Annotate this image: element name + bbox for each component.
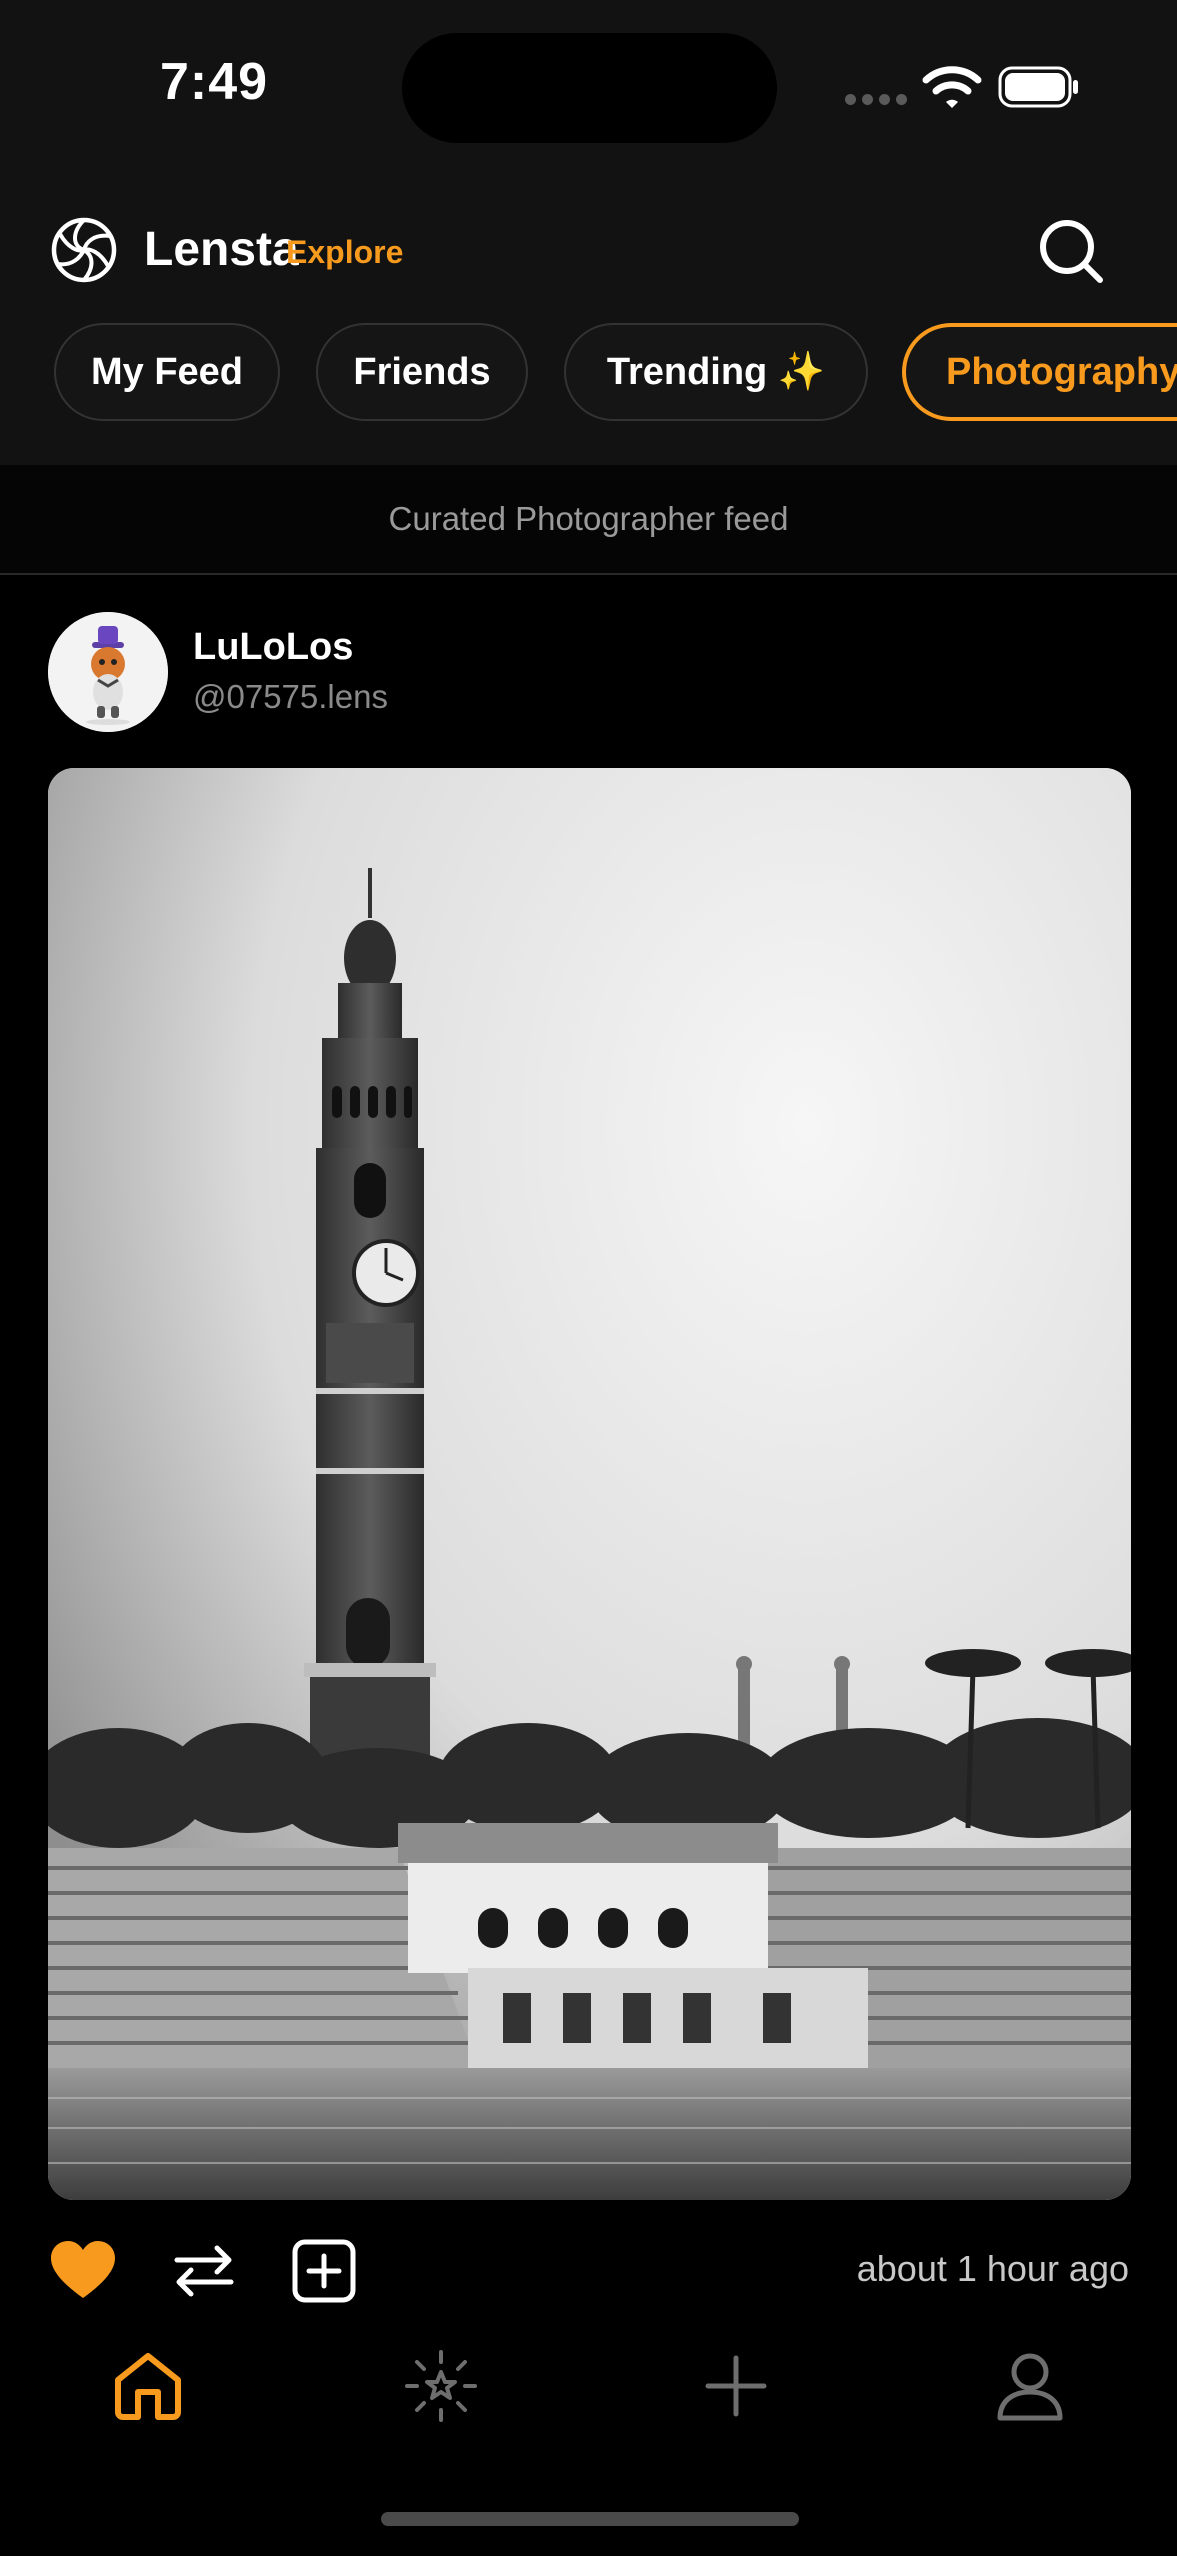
cellular-signal-icon	[845, 94, 907, 105]
wifi-icon	[922, 66, 982, 108]
heart-icon[interactable]	[48, 2236, 118, 2306]
repost-icon[interactable]	[169, 2236, 239, 2306]
tab-photography[interactable]: Photography	[902, 323, 1177, 421]
post-timestamp: about 1 hour ago	[856, 2248, 1129, 2289]
author-handle[interactable]: @07575.lens	[193, 678, 388, 716]
post-actions: about 1 hour ago	[0, 2236, 1177, 2306]
post-image[interactable]	[48, 768, 1131, 2200]
avatar-image	[48, 612, 168, 732]
feed-caption: Curated Photographer feed	[0, 465, 1177, 575]
tab-trending[interactable]: Trending ✨	[564, 323, 868, 421]
top-area: 7:49 Lensta Explore My Feed Friends Tren…	[0, 0, 1177, 465]
home-indicator	[381, 2512, 799, 2526]
lensta-logo-icon[interactable]	[50, 216, 118, 284]
app-header: Lensta Explore	[0, 200, 1177, 300]
home-icon[interactable]	[110, 2348, 186, 2424]
battery-icon	[998, 66, 1078, 108]
dynamic-island	[402, 33, 777, 143]
profile-icon[interactable]	[992, 2348, 1068, 2424]
plus-icon[interactable]	[698, 2348, 774, 2424]
avatar[interactable]	[48, 612, 168, 732]
status-bar: 7:49	[0, 0, 1177, 175]
tab-my-feed[interactable]: My Feed	[54, 323, 280, 421]
author-name[interactable]: LuLoLos	[193, 626, 353, 669]
collect-icon[interactable]	[289, 2236, 359, 2306]
search-icon[interactable]	[1036, 216, 1106, 286]
tab-friends[interactable]: Friends	[316, 323, 528, 421]
app-brand: Lensta	[144, 223, 299, 276]
feed-tabs: My Feed Friends Trending ✨ Photography	[0, 323, 1177, 421]
explore-icon[interactable]	[403, 2348, 479, 2424]
status-time: 7:49	[160, 53, 269, 111]
section-label: Explore	[286, 234, 404, 270]
